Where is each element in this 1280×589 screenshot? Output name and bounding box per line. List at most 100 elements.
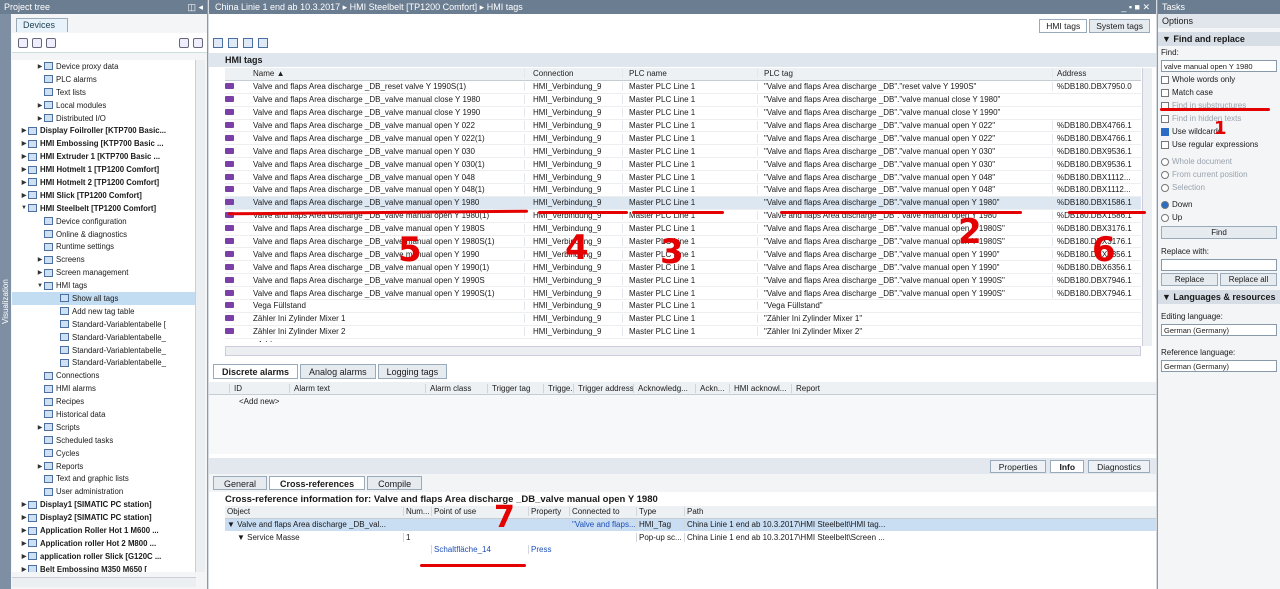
find-input[interactable]: valve manual open Y 1980 — [1161, 60, 1277, 72]
whole-document-option[interactable]: Whole document — [1158, 155, 1280, 168]
expand-arrow-icon[interactable]: ▼ — [20, 205, 28, 211]
tree-item[interactable]: ▼ HMI Steelbelt [TP1200 Comfort] — [12, 202, 196, 215]
import-icon[interactable] — [228, 38, 238, 48]
visualization-side-tab[interactable]: Visualization — [0, 14, 11, 589]
tree-item[interactable]: Standard-Variablentabelle_ — [12, 331, 196, 344]
tree-item[interactable]: ▶ Application Roller Hot 1 M600 ... — [12, 524, 196, 537]
tree-item[interactable]: ▶ HMI Embossing [KTP700 Basic ... — [12, 137, 196, 150]
table-row[interactable]: Valve and flaps Area discharge _DB_valve… — [225, 145, 1141, 159]
tree-item[interactable]: Text lists — [12, 86, 196, 99]
add-tag-icon[interactable] — [213, 38, 223, 48]
xref-col-property[interactable]: Property — [528, 507, 569, 517]
tree-item[interactable]: ▶ Device proxy data — [12, 60, 196, 73]
match-case-checkbox[interactable] — [1161, 88, 1169, 97]
expand-arrow-icon[interactable]: ▶ — [20, 566, 28, 572]
tree-item[interactable]: ▶ Belt Embossing M350 M650 [ — [12, 563, 196, 572]
table-row[interactable]: Valve and flaps Area discharge _DB_valve… — [225, 94, 1141, 107]
expand-arrow-icon[interactable]: ▶ — [36, 463, 44, 470]
tab-logging-tags[interactable]: Logging tags — [377, 364, 448, 379]
column-address[interactable]: Address — [1052, 69, 1140, 79]
down-option[interactable]: Down — [1158, 198, 1280, 211]
tree-item[interactable]: HMI alarms — [12, 382, 196, 395]
alarm-column-header[interactable]: Trigge... — [543, 383, 573, 393]
selection-radio[interactable] — [1161, 183, 1169, 192]
replace-button[interactable]: Replace — [1161, 273, 1218, 286]
alarm-column-header[interactable]: Alarm text — [289, 383, 425, 393]
tree-item[interactable]: ▼ HMI tags — [12, 279, 196, 292]
reference-language-select[interactable]: German (Germany) — [1161, 360, 1277, 372]
tree-item[interactable]: ▶ Display Foilroller [KTP700 Basic... — [12, 124, 196, 137]
tree-item[interactable]: ▶ application roller Slick [G120C ... — [12, 550, 196, 563]
tree-item[interactable]: ▶ Display2 [SIMATIC PC station] — [12, 511, 196, 524]
find-replace-header[interactable]: ▼ Find and replace — [1158, 32, 1280, 46]
expand-arrow-icon[interactable]: ▶ — [20, 166, 28, 173]
languages-header[interactable]: ▼ Languages & resources — [1158, 290, 1280, 304]
up-radio[interactable] — [1161, 213, 1169, 222]
expand-arrow-icon[interactable]: ▶ — [20, 140, 28, 147]
whole-words-checkbox[interactable] — [1161, 75, 1169, 84]
new-icon[interactable] — [18, 37, 28, 48]
xref-row[interactable]: ▼ Valve and flaps Area discharge _DB_val… — [225, 518, 1156, 531]
tree-item[interactable]: Connections — [12, 369, 196, 382]
table-horizontal-scrollbar[interactable] — [225, 346, 1141, 356]
window-controls[interactable]: _ ▪ ■ ✕ — [1121, 2, 1150, 12]
tree-item[interactable]: Online & diagnostics — [12, 228, 196, 241]
table-row[interactable]: Valve and flaps Area discharge _DB_valve… — [225, 158, 1141, 172]
table-row[interactable]: Valve and flaps Area discharge _DB_valve… — [225, 184, 1141, 197]
xref-col-type[interactable]: Type — [636, 507, 684, 517]
xref-col-connected-to[interactable]: Connected to — [569, 507, 636, 517]
export-icon[interactable] — [243, 38, 253, 48]
tab-discrete-alarms[interactable]: Discrete alarms — [213, 364, 299, 379]
expand-arrow-icon[interactable]: ▶ — [36, 424, 44, 431]
tree-item[interactable]: ▶ Screens — [12, 253, 196, 266]
replace-input[interactable] — [1161, 259, 1277, 271]
tree-item[interactable]: Text and graphic lists — [12, 473, 196, 486]
wildcards-checkbox[interactable] — [1161, 127, 1169, 136]
tree-item[interactable]: ▶ Application roller Hot 2 M800 ... — [12, 537, 196, 550]
tree-item[interactable]: Runtime settings — [12, 240, 196, 253]
expand-arrow-icon[interactable]: ▶ — [20, 153, 28, 160]
expand-arrow-icon[interactable]: ▶ — [20, 514, 28, 521]
find-button[interactable]: Find — [1161, 226, 1277, 239]
expand-arrow-icon[interactable]: ▶ — [20, 527, 28, 534]
tree-item[interactable]: Add new tag table — [12, 305, 196, 318]
alarm-column-header[interactable]: Acknowledg... — [633, 383, 695, 393]
expand-arrow-icon[interactable]: ▶ — [36, 269, 44, 276]
filter-icon[interactable] — [258, 38, 268, 48]
tree-item[interactable]: ▶ Screen management — [12, 266, 196, 279]
alarm-column-header[interactable]: ID — [229, 383, 289, 393]
tree-item[interactable]: Recipes — [12, 395, 196, 408]
tree-item[interactable]: Historical data — [12, 408, 196, 421]
xref-row[interactable]: ▼ Service Masse 1 Pop-up sc... China Lin… — [225, 531, 1156, 544]
tree-item[interactable]: ▶ Local modules — [12, 99, 196, 112]
tree-item[interactable]: ▶ Display1 [SIMATIC PC station] — [12, 498, 196, 511]
up-option[interactable]: Up — [1158, 211, 1280, 224]
tab-info[interactable]: Info — [1050, 459, 1085, 473]
tree-item[interactable]: Scheduled tasks — [12, 434, 196, 447]
column-plc-tag[interactable]: PLC tag — [757, 69, 1052, 79]
tab-diagnostics[interactable]: Diagnostics — [1088, 459, 1150, 473]
table-row[interactable]: Valve and flaps Area discharge _DB_valve… — [225, 274, 1141, 288]
tree-item[interactable]: PLC alarms — [12, 73, 196, 86]
view-list-icon[interactable] — [193, 37, 203, 48]
options-header[interactable]: Options — [1158, 14, 1280, 28]
table-row[interactable]: Valve and flaps Area discharge _DB_valve… — [225, 132, 1141, 146]
table-row[interactable]: Valve and flaps Area discharge _DB_valve… — [225, 120, 1141, 133]
column-plc-name[interactable]: PLC name — [622, 69, 757, 79]
table-row[interactable]: Zähler Ini Zylinder Mixer 2 HMI_Verbindun… — [225, 326, 1141, 339]
collapse-panel-icon[interactable]: ◫ ◂ — [187, 2, 203, 12]
whole-words-option[interactable]: Whole words only — [1158, 73, 1280, 86]
tab-properties[interactable]: Properties — [989, 459, 1047, 473]
table-vertical-scrollbar[interactable] — [1142, 68, 1152, 346]
alarm-column-header[interactable]: Ackn... — [695, 383, 729, 393]
table-row[interactable]: Valve and flaps Area discharge _DB_valve… — [225, 171, 1141, 185]
from-current-option[interactable]: From current position — [1158, 168, 1280, 181]
table-row[interactable]: Valve and flaps Area discharge _DB_valve… — [225, 287, 1141, 301]
tree-item[interactable]: Standard-Variablentabelle [ — [12, 318, 196, 331]
expand-arrow-icon[interactable]: ▶ — [20, 192, 28, 199]
expand-arrow-icon[interactable]: ▶ — [36, 102, 44, 109]
table-row[interactable]: <Add new> — [225, 339, 1141, 342]
table-row[interactable]: Vega Füllstand HMI_Verbindung_9 Master PLC… — [225, 300, 1141, 313]
tree-item[interactable]: ▶ HMI Slick [TP1200 Comfort] — [12, 189, 196, 202]
from-current-radio[interactable] — [1161, 170, 1169, 179]
